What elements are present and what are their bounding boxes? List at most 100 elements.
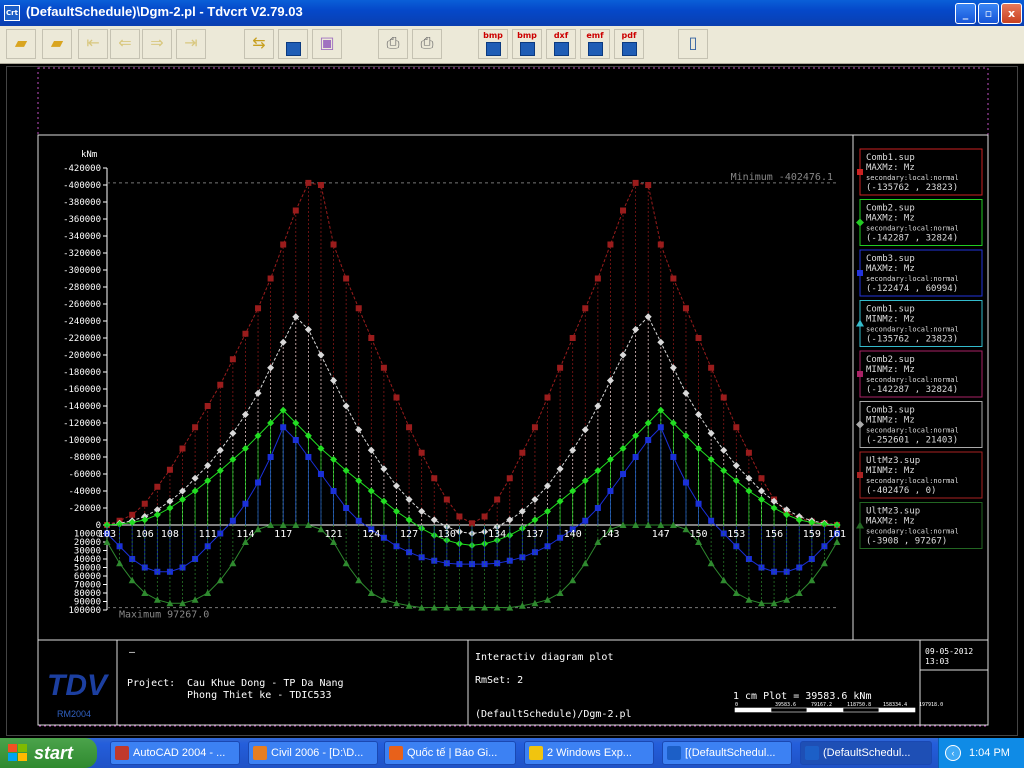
legend-marker	[856, 420, 864, 429]
system-tray: ‹ 1:04 PM	[938, 738, 1024, 768]
title-block: TDV RM2004 — Project: Cau Khue Dong - TP…	[47, 640, 988, 725]
maximum-annotation: Maximum 97267.0	[119, 610, 209, 621]
next-button[interactable]: ⇒	[142, 29, 172, 59]
scale-tick-label: 158334.4	[883, 702, 907, 708]
taskbar-item[interactable]: (DefaultSchedul...	[800, 741, 932, 765]
series-point	[720, 446, 728, 454]
taskbar-item-label: Quốc tế | Báo Gi...	[407, 747, 498, 759]
series-point	[241, 411, 249, 418]
minimum-annotation: Minimum -402476.1	[731, 172, 833, 183]
series-point	[342, 559, 350, 567]
series-point	[669, 364, 677, 372]
series-point	[355, 517, 362, 524]
prev-button[interactable]: ⇐	[110, 29, 140, 59]
series-point	[317, 471, 324, 477]
clock[interactable]: 1:04 PM	[969, 747, 1010, 759]
legend-desc: secondary:local:normal	[866, 477, 959, 485]
series-point	[254, 525, 262, 533]
export-label: bmp	[517, 31, 537, 40]
y-tick-label: -380000	[63, 198, 101, 208]
y-tick-label: -160000	[63, 385, 101, 395]
export-pdf-button[interactable]: pdf	[614, 29, 644, 59]
print-setup-button[interactable]: ⎙	[412, 29, 442, 59]
close-button[interactable]: x	[1001, 3, 1022, 24]
first-button[interactable]: ⇤	[78, 29, 108, 59]
series-point	[229, 559, 237, 567]
series-point	[632, 454, 639, 460]
series-point	[582, 517, 589, 524]
frame-icon: ▣	[319, 33, 335, 52]
series-point	[707, 559, 715, 567]
app-icon[interactable]: Crt	[4, 5, 20, 21]
open-folder-2-button[interactable]: ▰	[42, 29, 72, 59]
series-point	[393, 394, 400, 401]
drawing-frame	[37, 134, 989, 726]
disk-icon	[554, 42, 569, 56]
series-point	[141, 500, 148, 507]
series-point	[255, 305, 262, 312]
app-icon	[529, 746, 543, 760]
legend-desc: secondary:local:normal	[866, 174, 959, 182]
title-bar[interactable]: Crt (DefaultSchedule)\Dgm-2.pl - Tdvcrt …	[0, 0, 1024, 26]
taskbar-item[interactable]: 2 Windows Exp...	[524, 741, 654, 765]
toolbar: ▰ ▰ ⇤ ⇐ ⇒ ⇥ ⇆ ▣ ⎙ ⎙ bmp bmp dxf emf pdf …	[0, 26, 1024, 64]
y-tick-label: -280000	[63, 283, 101, 293]
drawing-canvas[interactable]: kNm -420000 -400000 -380000 -360000 -340000 -3…	[6, 66, 1018, 736]
series-point	[280, 424, 287, 431]
legend-name: Comb3.sup	[866, 254, 915, 264]
legend-type: MINMz: Mz	[866, 315, 915, 325]
window-title: (DefaultSchedule)\Dgm-2.pl - Tdvcrt V2.7…	[26, 4, 303, 19]
series-point	[279, 338, 287, 346]
export-bmp2-button[interactable]: bmp	[512, 29, 542, 59]
y-tick-label: -220000	[63, 334, 101, 344]
scale-segment	[878, 707, 916, 713]
series-point	[582, 305, 589, 312]
legend-name: Comb2.sup	[866, 204, 915, 214]
start-button[interactable]: start	[0, 738, 97, 768]
x-tick-label: 159	[803, 529, 821, 540]
select-button[interactable]: ⇆	[244, 29, 274, 59]
taskbar-item[interactable]: [(DefaultSchedul...	[662, 741, 792, 765]
series-point	[581, 559, 589, 567]
series-point	[720, 394, 727, 401]
help-button[interactable]: ▯	[678, 29, 708, 59]
last-button[interactable]: ⇥	[176, 29, 206, 59]
legend-range: (-142287 , 32824)	[866, 385, 958, 395]
export-emf-button[interactable]: emf	[580, 29, 610, 59]
taskbar-item[interactable]: Civil 2006 - [D:\D...	[248, 741, 378, 765]
series-point	[695, 411, 703, 418]
taskbar-item[interactable]: AutoCAD 2004 - ...	[110, 741, 240, 765]
x-tick-label: 108	[161, 529, 179, 540]
series-point	[179, 496, 187, 503]
series-point	[304, 326, 312, 333]
legend-name: UltMz3.sup	[866, 456, 920, 466]
save-frame-button[interactable]	[278, 29, 308, 59]
open-folder-button[interactable]: ▰	[6, 29, 36, 59]
taskbar-item[interactable]: Quốc tế | Báo Gi...	[384, 741, 516, 765]
x-tick-label: 147	[652, 529, 670, 540]
export-bmp-button[interactable]: bmp	[478, 29, 508, 59]
scale-segment	[770, 707, 808, 713]
series-point	[820, 559, 828, 567]
series-point	[405, 516, 413, 524]
frame-button[interactable]: ▣	[312, 29, 342, 59]
legend-marker	[856, 319, 864, 327]
legend: Comb1.supMAXMz: Mzsecondary:local:normal…	[856, 148, 983, 549]
series-point	[229, 517, 236, 524]
legend-range: (-402476 , 0)	[866, 486, 936, 496]
tray-arrow-icon[interactable]: ‹	[945, 745, 961, 761]
diagram-svg: kNm-420000-400000-380000-360000-340000-3…	[37, 67, 989, 727]
legend-name: Comb3.sup	[866, 406, 915, 416]
legend-type: MINMz: Mz	[866, 365, 915, 375]
scale-tick-label: 79167.2	[811, 702, 832, 708]
series-point	[330, 488, 337, 494]
series-point	[594, 402, 602, 410]
maximize-button[interactable]: ▫	[978, 3, 999, 24]
minimize-button[interactable]: _	[955, 3, 976, 24]
legend-marker	[856, 521, 864, 529]
print-button[interactable]: ⎙	[378, 29, 408, 59]
series-point	[594, 505, 601, 511]
legend-type: MINMz: Mz	[866, 416, 915, 426]
y-tick-label: -140000	[63, 402, 101, 412]
export-dxf-button[interactable]: dxf	[546, 29, 576, 59]
